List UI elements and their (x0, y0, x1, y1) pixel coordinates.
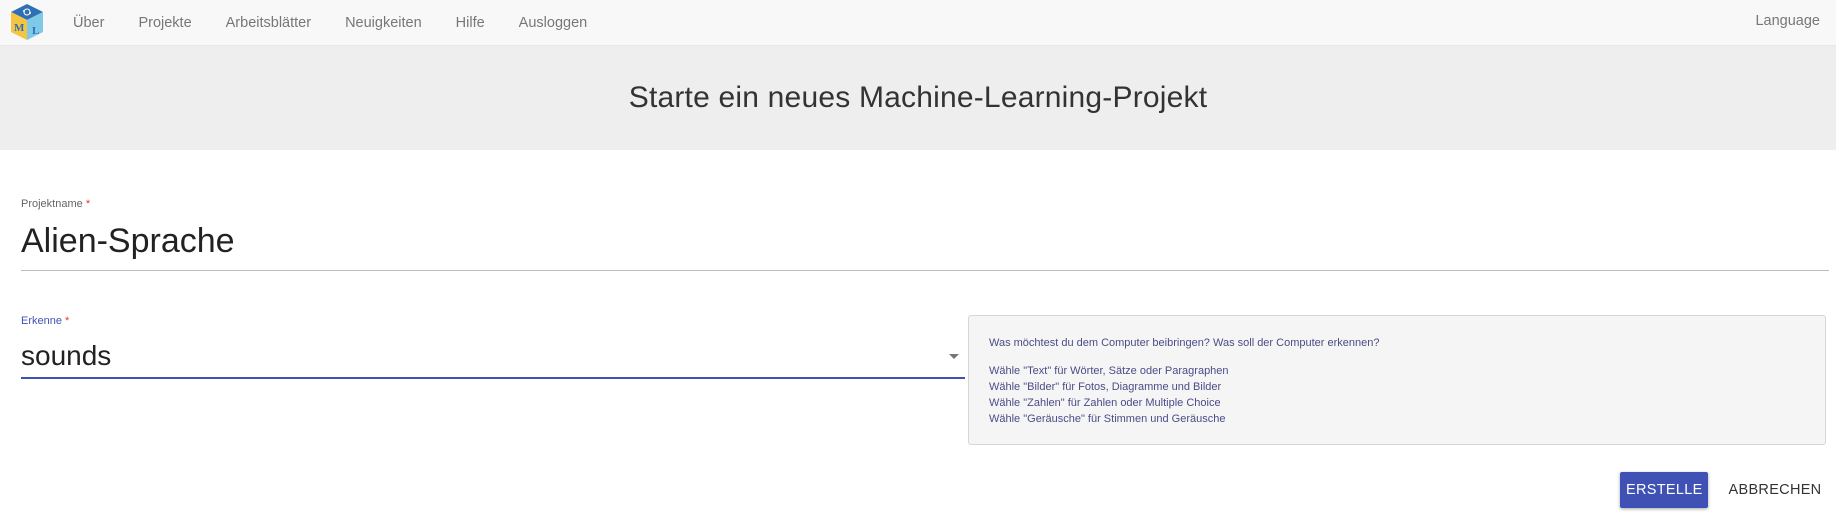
nav-link-projekte[interactable]: Projekte (121, 0, 208, 46)
recognize-select-underline (21, 377, 965, 379)
help-line-text: Wähle "Text" für Wörter, Sätze oder Para… (989, 365, 1229, 377)
required-mark: * (85, 198, 91, 210)
project-name-label-text: Projektname (21, 198, 83, 210)
recognize-select[interactable]: sounds (21, 340, 111, 372)
svg-text:L: L (32, 25, 39, 37)
project-name-underline (21, 270, 1829, 271)
ml-logo-icon[interactable]: M L (8, 3, 46, 41)
project-name-label: Projektname * (21, 198, 90, 210)
help-question: Was möchtest du dem Computer beibringen?… (989, 337, 1380, 349)
dropdown-arrow-icon[interactable] (949, 354, 959, 359)
language-menu[interactable]: Language (1755, 0, 1820, 42)
nav-link-hilfe[interactable]: Hilfe (439, 0, 502, 46)
page-title: Starte ein neues Machine-Learning-Projek… (628, 81, 1208, 114)
required-mark: * (65, 315, 70, 327)
create-button[interactable]: ERSTELLE (1620, 472, 1708, 508)
project-name-input[interactable]: Alien-Sprache (21, 222, 235, 261)
nav-link-ueber[interactable]: Über (56, 0, 121, 46)
help-line-numbers: Wähle "Zahlen" für Zahlen oder Multiple … (989, 397, 1221, 409)
recognize-label-text: Erkenne (21, 315, 62, 327)
nav-links: Über Projekte Arbeitsblätter Neuigkeiten… (56, 0, 604, 46)
help-line-sounds: Wähle "Geräusche" für Stimmen und Geräus… (989, 413, 1226, 425)
help-line-images: Wähle "Bilder" für Fotos, Diagramme und … (989, 381, 1222, 393)
nav-link-neuigkeiten[interactable]: Neuigkeiten (328, 0, 439, 46)
svg-text:M: M (14, 22, 25, 34)
page-header: Starte ein neues Machine-Learning-Projek… (0, 46, 1836, 150)
nav-link-ausloggen[interactable]: Ausloggen (502, 0, 605, 46)
top-navbar: M L Über Projekte Arbeitsblätter Neuigke… (0, 0, 1836, 46)
nav-link-arbeitsblaetter[interactable]: Arbeitsblätter (209, 0, 328, 46)
cancel-button[interactable]: ABBRECHEN (1720, 472, 1830, 508)
help-list: Wähle "Text" für Wörter, Sätze oder Para… (989, 363, 1229, 427)
recognize-label: Erkenne * (21, 315, 69, 327)
help-panel: Was möchtest du dem Computer beibringen?… (968, 315, 1826, 445)
